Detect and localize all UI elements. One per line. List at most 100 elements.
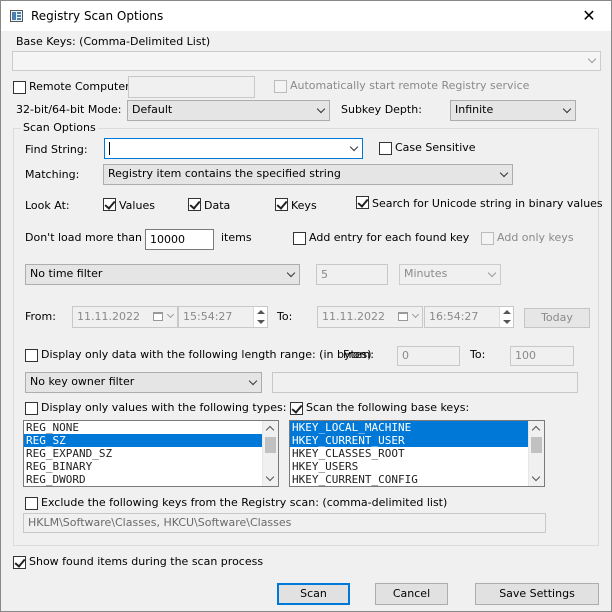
chevron-down-icon [349,142,359,151]
auto-start-remote-checkbox[interactable] [274,80,287,93]
scan-options-title: Scan Options [21,121,98,135]
mode-select[interactable]: Default [127,100,330,121]
list-item[interactable]: REG_DWORD [24,473,278,486]
calendar-icon [153,312,163,321]
scan-base-keys-checkbox[interactable] [290,402,303,415]
chevron-down-icon [248,376,258,385]
scroll-up-icon [265,425,275,435]
to-time-input[interactable]: 16:54:27 [424,306,514,328]
today-button[interactable]: Today [524,308,590,328]
length-to-input[interactable]: 100 [510,346,574,366]
exclude-keys-input[interactable]: HKLM\Software\Classes, HKCU\Software\Cla… [23,513,546,533]
remote-computer-input[interactable] [128,76,255,98]
title-bar: Registry Scan Options ✕ [1,1,611,31]
time-filter-value: No time filter [30,267,103,280]
look-at-keys-checkbox[interactable] [275,198,288,211]
look-at-values-checkbox[interactable] [103,198,116,211]
chevron-down-icon [587,54,597,64]
length-range-checkbox[interactable] [25,349,38,362]
add-only-keys-label: Add only keys [497,231,574,244]
mode-value: Default [132,103,173,116]
cancel-button[interactable]: Cancel [375,583,448,605]
save-settings-button[interactable]: Save Settings [475,583,599,605]
matching-label: Matching: [25,168,80,181]
from-date-picker[interactable]: 11.11.2022 [72,306,178,328]
to-time-spinner[interactable] [499,307,513,327]
calendar-icon [398,312,408,321]
base-keys-combo[interactable] [12,51,601,71]
chevron-down-icon [316,104,326,113]
close-button[interactable]: ✕ [567,1,611,31]
from-time-spinner[interactable] [253,307,267,327]
time-amount-input[interactable]: 5 [316,264,388,285]
base-keys-listbox[interactable]: HKEY_LOCAL_MACHINE HKEY_CURRENT_USER HKE… [289,420,545,487]
exclude-keys-label: Exclude the following keys from the Regi… [41,496,448,509]
load-limit-input[interactable]: 10000 [145,229,214,250]
case-sensitive-label: Case Sensitive [395,141,476,154]
add-only-keys-checkbox[interactable] [481,232,494,245]
list-item[interactable]: REG_SZ [24,434,278,447]
list-item[interactable]: REG_NONE [24,421,278,434]
subkey-depth-value: Infinite [455,103,494,116]
auto-start-remote-label: Automatically start remote Registry serv… [290,79,530,92]
base-keys-label: Base Keys: (Comma-Delimited List) [16,35,211,48]
matching-value: Registry item contains the specified str… [108,167,341,180]
list-item[interactable]: HKEY_CURRENT_CONFIG [290,473,544,486]
value-types-checkbox[interactable] [25,402,38,415]
value-types-scrollbar[interactable] [262,421,278,486]
chevron-down-icon [562,104,572,113]
scroll-down-icon [531,472,541,482]
unicode-binary-checkbox[interactable] [356,196,369,209]
subkey-depth-select[interactable]: Infinite [450,100,576,121]
key-owner-filter-value: No key owner filter [30,375,135,388]
list-item[interactable]: HKEY_USERS [290,460,544,473]
list-item[interactable]: REG_EXPAND_SZ [24,447,278,460]
registry-app-icon [10,10,23,22]
find-string-input[interactable] [104,138,363,159]
length-from-label: From: [343,348,374,361]
to-date-picker[interactable]: 11.11.2022 [317,306,423,328]
length-from-input[interactable]: 0 [397,346,460,366]
list-item[interactable]: HKEY_CLASSES_ROOT [290,447,544,460]
case-sensitive-checkbox[interactable] [379,142,392,155]
show-found-items-label: Show found items during the scan process [29,555,264,568]
exclude-keys-checkbox[interactable] [25,497,38,510]
key-owner-input[interactable] [272,372,578,393]
to-date-value: 11.11.2022 [322,310,385,323]
show-found-items-checkbox[interactable] [13,556,26,569]
value-types-listbox[interactable]: REG_NONE REG_SZ REG_EXPAND_SZ REG_BINARY… [23,420,279,487]
subkey-depth-label: Subkey Depth: [341,103,422,116]
look-at-label: Look At: [25,199,70,212]
length-range-label: Display only data with the following len… [41,348,372,361]
matching-select[interactable]: Registry item contains the specified str… [103,164,513,185]
length-to-label: To: [470,348,486,361]
time-filter-select[interactable]: No time filter [25,264,300,285]
window-title: Registry Scan Options [31,9,164,23]
scan-button[interactable]: Scan [277,583,350,605]
text-cursor [109,141,110,155]
scroll-up-icon [531,425,541,435]
spin-up-icon [257,310,265,314]
value-types-label: Display only values with the following t… [41,401,287,414]
list-item[interactable]: HKEY_CURRENT_USER [290,434,544,447]
time-unit-select[interactable]: Minutes [399,264,501,285]
base-keys-scrollbar[interactable] [528,421,544,486]
remote-computer-checkbox[interactable] [13,81,26,94]
to-time-value: 16:54:27 [429,310,479,323]
add-entry-checkbox[interactable] [293,232,306,245]
from-time-input[interactable]: 15:54:27 [178,306,268,328]
date-to-label: To: [277,310,293,323]
spin-down-icon [257,320,265,324]
key-owner-filter-select[interactable]: No key owner filter [25,372,262,393]
spin-up-icon [503,310,511,314]
list-item[interactable]: HKEY_LOCAL_MACHINE [290,421,544,434]
load-limit-unit: items [221,231,252,244]
chevron-down-icon [487,268,497,277]
look-at-data-label: Data [204,199,231,212]
mode-label: 32-bit/64-bit Mode: [16,103,122,116]
look-at-data-checkbox[interactable] [188,198,201,211]
scroll-thumb[interactable] [531,437,542,453]
scroll-thumb[interactable] [265,437,276,453]
list-item[interactable]: REG_BINARY [24,460,278,473]
scroll-down-icon [265,472,275,482]
